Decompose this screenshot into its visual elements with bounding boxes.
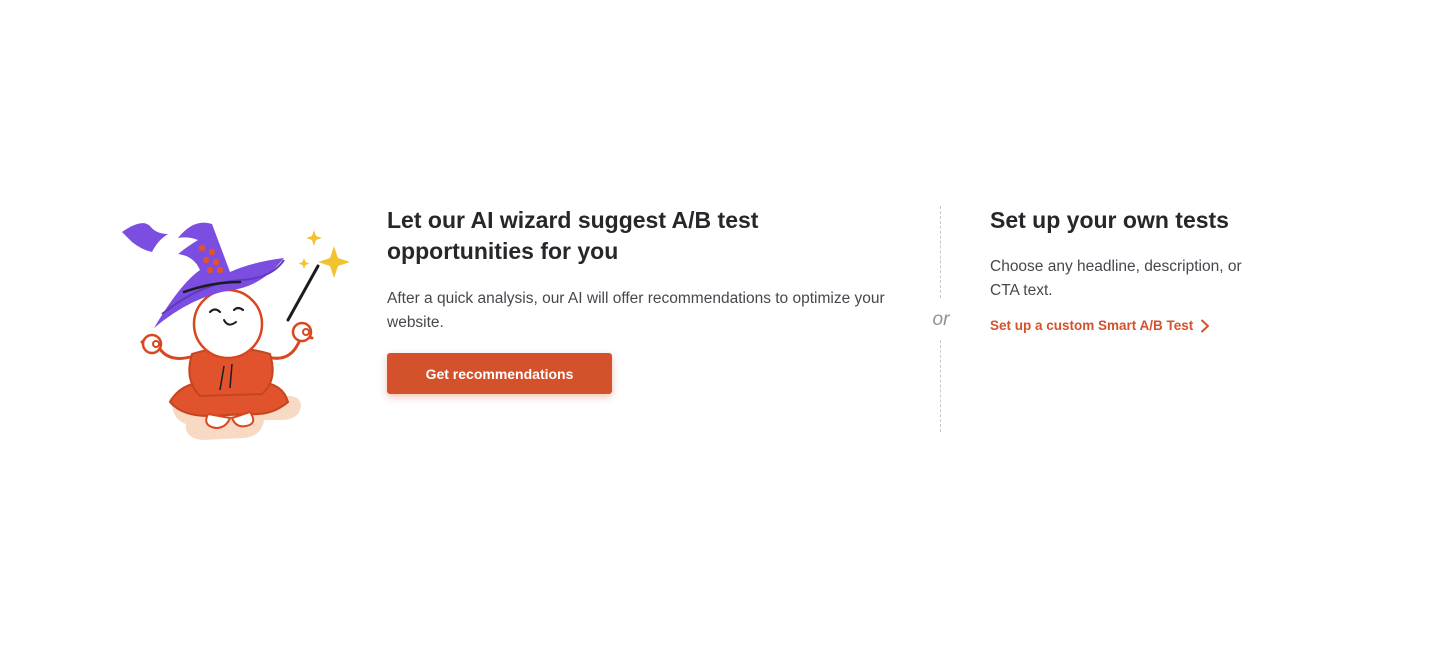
divider-or-label: or	[932, 309, 950, 330]
ai-wizard-description: After a quick analysis, our AI will offe…	[387, 290, 885, 331]
divider-line-bottom	[940, 340, 941, 432]
custom-tests-panel: Set up your own tests Choose any headlin…	[990, 205, 1290, 335]
get-recommendations-button[interactable]: Get recommendations	[387, 353, 612, 394]
or-divider: or	[924, 206, 958, 432]
wizard-illustration-icon	[112, 214, 352, 446]
custom-test-link[interactable]: Set up a custom Smart A/B Test	[990, 318, 1210, 333]
custom-test-link-label: Set up a custom Smart A/B Test	[990, 318, 1194, 333]
divider-line-top	[940, 206, 941, 298]
custom-tests-description: Choose any headline, description, or CTA…	[990, 258, 1242, 299]
chevron-right-icon	[1200, 319, 1210, 333]
ai-wizard-title: Let our AI wizard suggest A/B test oppor…	[387, 207, 759, 264]
custom-tests-title: Set up your own tests	[990, 207, 1229, 233]
ai-recommendations-panel: Let our AI wizard suggest A/B test oppor…	[387, 205, 887, 394]
